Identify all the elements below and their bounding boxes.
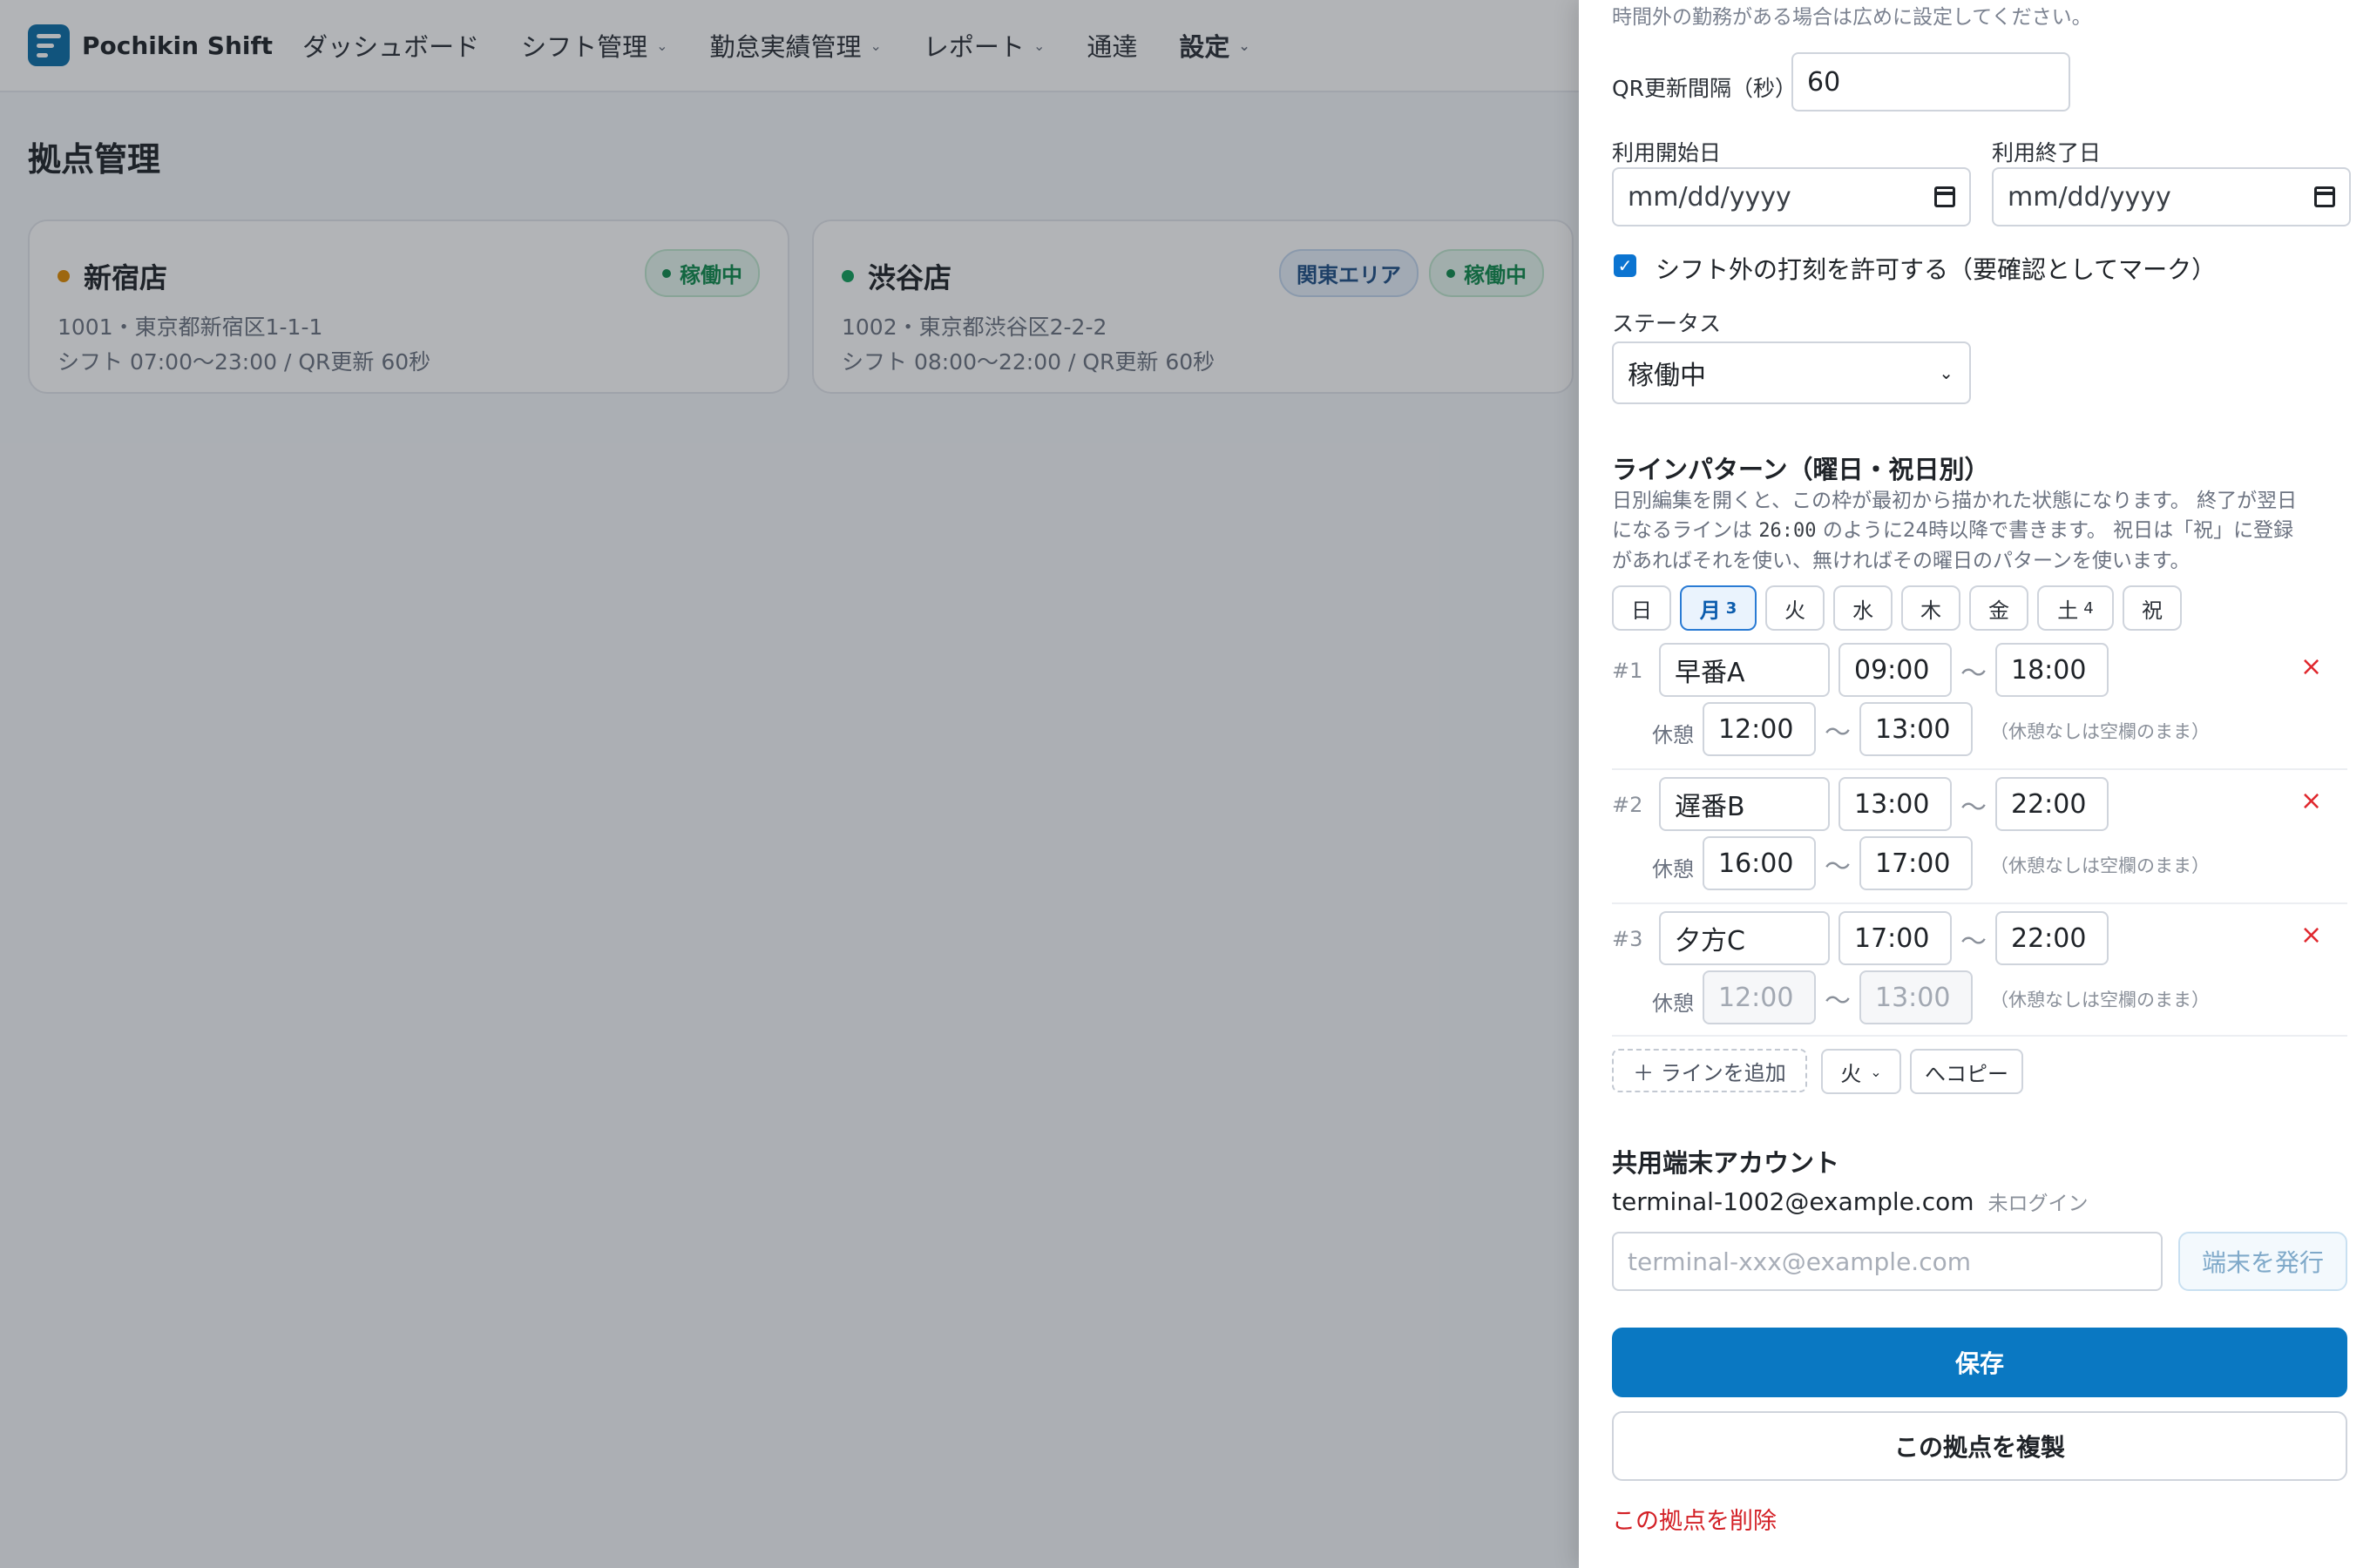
range-separator: 〜 bbox=[1960, 793, 1987, 823]
break-label: 休憩 bbox=[1652, 991, 1694, 1016]
end-date-label: 利用終了日 bbox=[1992, 140, 2102, 166]
start-date-label: 利用開始日 bbox=[1612, 140, 1722, 166]
terminal-status: 未ログイン bbox=[1987, 1193, 2089, 1215]
status-label: ステータス bbox=[1612, 311, 1722, 336]
terminal-account-info: terminal-1002@example.com 未ログイン bbox=[1612, 1186, 2089, 1216]
break-start-input[interactable]: 12:00 bbox=[1703, 702, 1816, 756]
line-number: #1 bbox=[1612, 659, 1643, 683]
status-select[interactable]: 稼働中 ⌄ bbox=[1612, 341, 1971, 404]
copy-to-day-button[interactable]: へコピー bbox=[1910, 1049, 2023, 1094]
range-separator: 〜 bbox=[1960, 659, 1987, 689]
terminal-account-title: 共用端末アカウント bbox=[1612, 1148, 1840, 1178]
day-tab-tue[interactable]: 火 bbox=[1765, 585, 1825, 631]
qr-interval-label: QR更新間隔（秒） bbox=[1612, 76, 1798, 101]
terminal-email-input[interactable]: terminal-xxx@example.com bbox=[1612, 1232, 2163, 1291]
line-name-input[interactable]: 夕方C bbox=[1659, 911, 1830, 965]
break-hint: （休憩なしは空欄のまま） bbox=[1990, 990, 2210, 1010]
line-start-input[interactable]: 09:00 bbox=[1838, 643, 1952, 697]
save-button[interactable]: 保存 bbox=[1612, 1328, 2347, 1397]
terminal-email: terminal-1002@example.com bbox=[1612, 1187, 1974, 1216]
day-tab-wed[interactable]: 水 bbox=[1833, 585, 1893, 631]
line-name-input[interactable]: 遅番B bbox=[1659, 777, 1830, 831]
row-divider bbox=[1612, 902, 2347, 904]
range-separator: 〜 bbox=[1960, 927, 1987, 957]
line-start-input[interactable]: 13:00 bbox=[1838, 777, 1952, 831]
remove-line-icon[interactable]: × bbox=[2300, 652, 2322, 682]
day-tab-mon[interactable]: 月3 bbox=[1680, 585, 1757, 631]
break-label: 休憩 bbox=[1652, 723, 1694, 747]
break-end-input[interactable]: 17:00 bbox=[1859, 836, 1973, 890]
break-hint: （休憩なしは空欄のまま） bbox=[1990, 855, 2210, 876]
day-tab-sat[interactable]: 土4 bbox=[2037, 585, 2114, 631]
chevron-down-icon: ⌄ bbox=[1870, 1063, 1882, 1080]
allow-off-shift-checkbox[interactable]: ✓ bbox=[1614, 254, 1636, 277]
break-end-input[interactable]: 13:00 bbox=[1859, 702, 1973, 756]
break-end-input[interactable]: 13:00 bbox=[1859, 970, 1973, 1024]
range-separator: 〜 bbox=[1825, 986, 1851, 1017]
remove-line-icon[interactable]: × bbox=[2300, 786, 2322, 816]
end-date-input[interactable]: mm/dd/yyyy bbox=[1992, 167, 2351, 226]
range-separator: 〜 bbox=[1825, 852, 1851, 882]
issue-terminal-button[interactable]: 端末を発行 bbox=[2178, 1232, 2347, 1291]
remove-line-icon[interactable]: × bbox=[2300, 920, 2322, 950]
allow-off-shift-label[interactable]: シフト外の打刻を許可する（要確認としてマーク） bbox=[1656, 251, 2216, 286]
line-end-input[interactable]: 18:00 bbox=[1995, 643, 2109, 697]
chevron-down-icon: ⌄ bbox=[1939, 362, 1954, 383]
calendar-icon[interactable] bbox=[2314, 186, 2335, 207]
start-date-input[interactable]: mm/dd/yyyy bbox=[1612, 167, 1971, 226]
line-end-input[interactable]: 22:00 bbox=[1995, 911, 2109, 965]
line-end-input[interactable]: 22:00 bbox=[1995, 777, 2109, 831]
break-label: 休憩 bbox=[1652, 857, 1694, 882]
line-pattern-title: ラインパターン（曜日・祝日別） bbox=[1612, 455, 1990, 484]
day-tab-thu[interactable]: 木 bbox=[1901, 585, 1960, 631]
row-divider bbox=[1612, 768, 2347, 770]
break-start-input[interactable]: 16:00 bbox=[1703, 836, 1816, 890]
duplicate-location-button[interactable]: この拠点を複製 bbox=[1612, 1411, 2347, 1481]
row-divider bbox=[1612, 1035, 2347, 1037]
break-hint: （休憩なしは空欄のまま） bbox=[1990, 721, 2210, 742]
line-name-input[interactable]: 早番A bbox=[1659, 643, 1830, 697]
day-tab-sun[interactable]: 日 bbox=[1612, 585, 1671, 631]
hours-hint: 時間外の勤務がある場合は広めに設定してください。 bbox=[1612, 6, 2092, 29]
qr-interval-input[interactable]: 60 bbox=[1791, 52, 2070, 112]
line-start-input[interactable]: 17:00 bbox=[1838, 911, 1952, 965]
line-number: #2 bbox=[1612, 793, 1643, 817]
modal-backdrop[interactable] bbox=[0, 0, 1579, 1568]
delete-location-link[interactable]: この拠点を削除 bbox=[1612, 1502, 1777, 1536]
add-line-button[interactable]: ＋ ラインを追加 bbox=[1612, 1049, 1807, 1092]
day-tab-holiday[interactable]: 祝 bbox=[2123, 585, 2182, 631]
calendar-icon[interactable] bbox=[1934, 186, 1955, 207]
line-pattern-description: 日別編集を開くと、この枠が最初から描かれた状態になります。 終了が翌日 になるラ… bbox=[1612, 490, 2298, 572]
day-tab-fri[interactable]: 金 bbox=[1969, 585, 2028, 631]
range-separator: 〜 bbox=[1825, 718, 1851, 748]
line-number: #3 bbox=[1612, 927, 1643, 951]
copy-target-select[interactable]: 火 ⌄ bbox=[1821, 1049, 1901, 1094]
break-start-input[interactable]: 12:00 bbox=[1703, 970, 1816, 1024]
